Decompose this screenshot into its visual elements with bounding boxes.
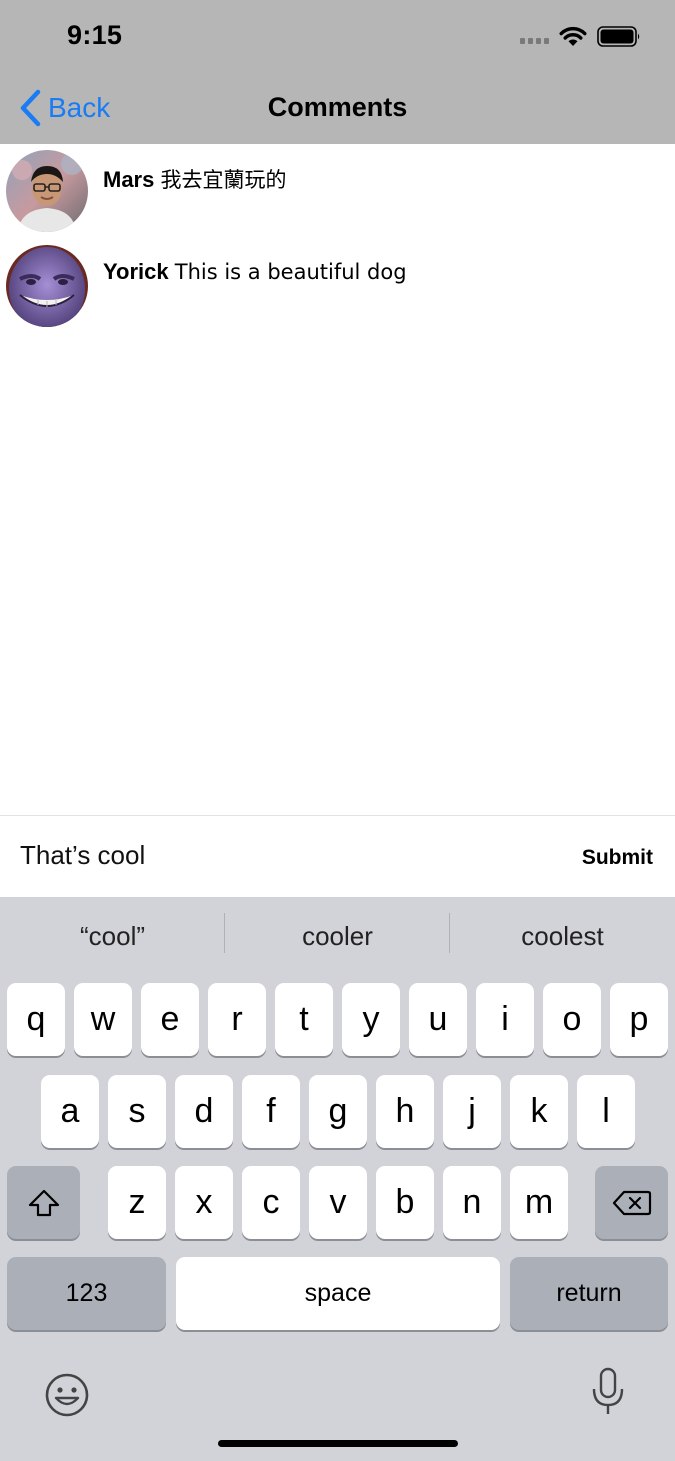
comment-text: Mars 我去宜蘭玩的 <box>103 164 286 194</box>
key-b[interactable]: b <box>376 1166 434 1239</box>
shift-icon <box>28 1189 59 1216</box>
key-l[interactable]: l <box>577 1075 635 1148</box>
home-indicator <box>218 1440 458 1447</box>
comment-username: Yorick <box>103 259 169 284</box>
suggestion-item[interactable]: “cool” <box>0 921 225 952</box>
key-u[interactable]: u <box>409 983 467 1056</box>
comment-row[interactable]: Yorick This is a beautiful dog <box>0 239 675 334</box>
comment-username: Mars <box>103 167 155 192</box>
key-r[interactable]: r <box>208 983 266 1056</box>
comment-text: Yorick This is a beautiful dog <box>103 259 407 285</box>
suggestion-bar: “cool” cooler coolest <box>0 897 675 979</box>
microphone-icon[interactable] <box>590 1367 626 1417</box>
comment-composer: That’s cool Submit <box>0 815 675 897</box>
key-z[interactable]: z <box>108 1166 166 1239</box>
comment-body: This is a beautiful dog <box>174 260 407 284</box>
keyboard: “cool” cooler coolest q w e r t y u i o … <box>0 897 675 1461</box>
key-g[interactable]: g <box>309 1075 367 1148</box>
shift-key[interactable] <box>7 1166 80 1239</box>
key-f[interactable]: f <box>242 1075 300 1148</box>
navigation-bar: 9:15 Back Comments <box>0 0 675 144</box>
comment-body: 我去宜蘭玩的 <box>160 168 287 192</box>
delete-key[interactable] <box>595 1166 668 1239</box>
key-x[interactable]: x <box>175 1166 233 1239</box>
key-y[interactable]: y <box>342 983 400 1056</box>
key-q[interactable]: q <box>7 983 65 1056</box>
key-i[interactable]: i <box>476 983 534 1056</box>
key-s[interactable]: s <box>108 1075 166 1148</box>
avatar <box>6 150 88 232</box>
cellular-signal-icon <box>520 38 550 46</box>
submit-button[interactable]: Submit <box>582 846 653 870</box>
comment-row[interactable]: Mars 我去宜蘭玩的 <box>0 144 675 239</box>
emoji-icon[interactable] <box>44 1372 90 1418</box>
key-k[interactable]: k <box>510 1075 568 1148</box>
key-e[interactable]: e <box>141 983 199 1056</box>
key-o[interactable]: o <box>543 983 601 1056</box>
key-m[interactable]: m <box>510 1166 568 1239</box>
wifi-icon <box>559 26 587 46</box>
numbers-key[interactable]: 123 <box>7 1257 166 1330</box>
key-n[interactable]: n <box>443 1166 501 1239</box>
space-key[interactable]: space <box>176 1257 500 1330</box>
avatar <box>6 245 88 327</box>
key-c[interactable]: c <box>242 1166 300 1239</box>
key-h[interactable]: h <box>376 1075 434 1148</box>
comments-list: Mars 我去宜蘭玩的 Yorick This is a beautiful d… <box>0 144 675 334</box>
status-time: 9:15 <box>67 20 123 50</box>
battery-icon <box>597 26 640 47</box>
page-title: Comments <box>267 92 408 122</box>
key-t[interactable]: t <box>275 983 333 1056</box>
backspace-icon <box>612 1190 651 1215</box>
key-a[interactable]: a <box>41 1075 99 1148</box>
key-p[interactable]: p <box>610 983 668 1056</box>
key-w[interactable]: w <box>74 983 132 1056</box>
key-v[interactable]: v <box>309 1166 367 1239</box>
suggestion-item[interactable]: cooler <box>225 921 450 952</box>
return-key[interactable]: return <box>510 1257 668 1330</box>
key-j[interactable]: j <box>443 1075 501 1148</box>
suggestion-item[interactable]: coolest <box>450 921 675 952</box>
key-d[interactable]: d <box>175 1075 233 1148</box>
comment-input[interactable]: That’s cool <box>20 840 145 871</box>
